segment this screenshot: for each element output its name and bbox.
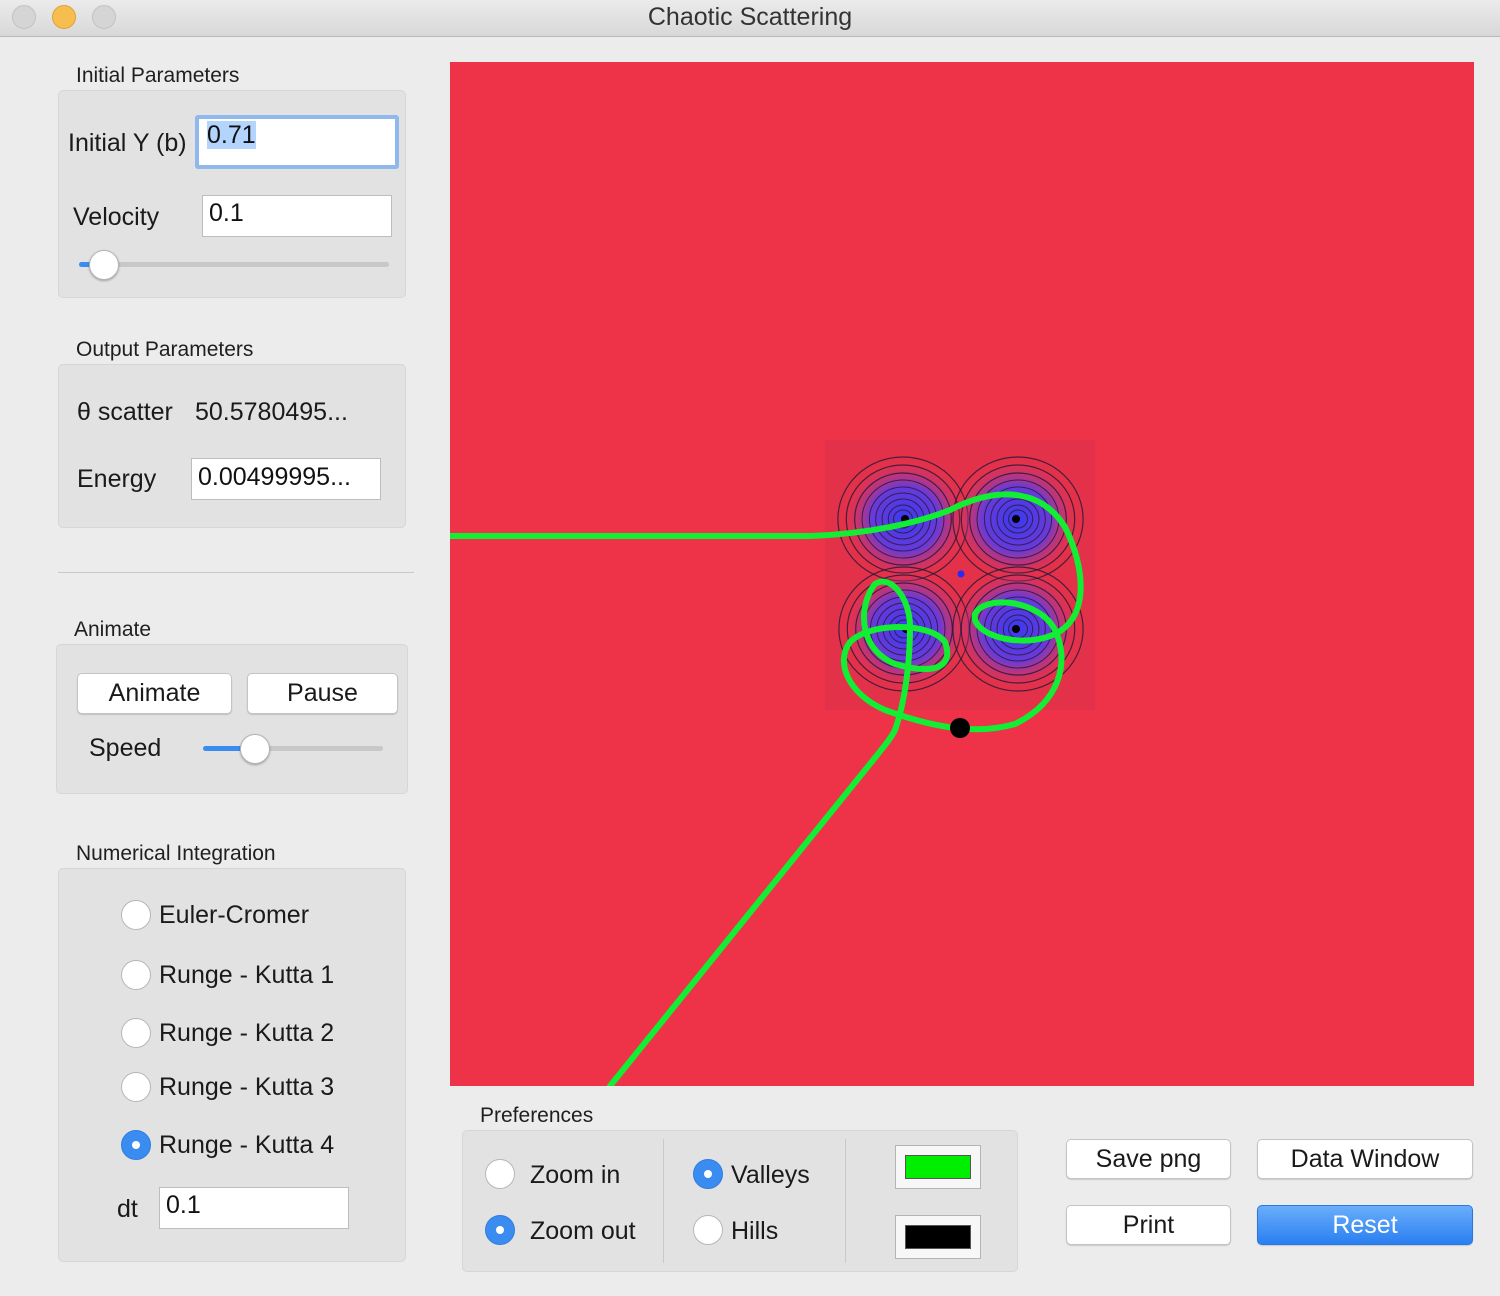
runge-kutta-3-radio[interactable]: [121, 1072, 151, 1102]
velocity-input[interactable]: 0.1: [202, 195, 392, 237]
zoom-out-label: Zoom out: [530, 1217, 636, 1245]
theta-scatter-label: θ scatter: [77, 398, 173, 426]
data-window-button[interactable]: Data Window: [1257, 1139, 1473, 1179]
animate-group: Animate Pause Speed: [56, 644, 408, 794]
runge-kutta-3-label: Runge - Kutta 3: [159, 1073, 335, 1101]
zoom-in-radio[interactable]: [485, 1159, 515, 1189]
speed-slider[interactable]: [203, 746, 383, 751]
print-button[interactable]: Print: [1066, 1205, 1231, 1245]
preferences-divider-2: [845, 1139, 846, 1263]
particle-color-well[interactable]: [895, 1215, 981, 1259]
valleys-radio[interactable]: [693, 1159, 723, 1189]
preferences-label: Preferences: [480, 1104, 594, 1127]
initial-parameters-label: Initial Parameters: [76, 64, 240, 87]
theta-scatter-value: 50.5780495...: [195, 398, 348, 426]
velocity-slider-knob[interactable]: [88, 250, 119, 280]
energy-field[interactable]: 0.00499995...: [191, 458, 381, 500]
origin-marker: [957, 570, 965, 578]
runge-kutta-1-label: Runge - Kutta 1: [159, 961, 335, 989]
dt-input[interactable]: 0.1: [159, 1187, 349, 1229]
euler-cromer-radio[interactable]: [121, 900, 151, 930]
initial-parameters-group: Initial Y (b) 0.71 Velocity 0.1: [58, 90, 406, 298]
reset-button[interactable]: Reset: [1257, 1205, 1473, 1245]
hills-radio[interactable]: [693, 1215, 723, 1245]
runge-kutta-1-radio[interactable]: [121, 960, 151, 990]
valley-center: [1012, 625, 1020, 633]
initial-y-label: Initial Y (b): [68, 129, 187, 157]
runge-kutta-4-radio[interactable]: [121, 1130, 151, 1160]
numerical-integration-label: Numerical Integration: [76, 842, 276, 865]
window-title: Chaotic Scattering: [647, 3, 853, 31]
runge-kutta-2-radio[interactable]: [121, 1018, 151, 1048]
pause-button[interactable]: Pause: [247, 673, 398, 714]
scattering-plot-svg: [447, 62, 1474, 1089]
valley-center: [1012, 515, 1020, 523]
preferences-group: Zoom in Zoom out Valleys Hills: [462, 1130, 1018, 1272]
particle-marker: [950, 718, 970, 738]
title-bar: Chaotic Scattering: [0, 0, 1500, 37]
speed-slider-knob[interactable]: [240, 734, 271, 764]
velocity-slider[interactable]: [79, 262, 389, 267]
energy-label: Energy: [77, 465, 157, 493]
initial-y-input[interactable]: 0.71: [195, 115, 399, 169]
save-png-button[interactable]: Save png: [1066, 1139, 1231, 1179]
numerical-integration-group: Euler-Cromer Runge - Kutta 1 Runge - Kut…: [58, 868, 406, 1262]
animate-button[interactable]: Animate: [77, 673, 232, 714]
output-parameters-group: θ scatter 50.5780495... Energy 0.0049999…: [58, 364, 406, 528]
valleys-label: Valleys: [731, 1161, 810, 1189]
speed-label: Speed: [89, 734, 162, 762]
dt-label: dt: [117, 1195, 138, 1223]
hills-label: Hills: [731, 1217, 779, 1245]
animate-group-label: Animate: [74, 618, 152, 641]
zoom-in-label: Zoom in: [530, 1161, 621, 1189]
scattering-plot[interactable]: [447, 62, 1474, 1089]
trajectory-color-swatch: [905, 1155, 971, 1179]
zoom-out-radio[interactable]: [485, 1215, 515, 1245]
trajectory-color-well[interactable]: [895, 1145, 981, 1189]
euler-cromer-label: Euler-Cromer: [159, 901, 310, 929]
initial-y-value: 0.71: [207, 121, 256, 149]
runge-kutta-2-label: Runge - Kutta 2: [159, 1019, 335, 1047]
preferences-divider-1: [663, 1139, 664, 1263]
output-parameters-label: Output Parameters: [76, 338, 254, 361]
velocity-label: Velocity: [73, 203, 160, 231]
panel-separator: [58, 572, 414, 573]
particle-color-swatch: [905, 1225, 971, 1249]
runge-kutta-4-label: Runge - Kutta 4: [159, 1131, 335, 1159]
